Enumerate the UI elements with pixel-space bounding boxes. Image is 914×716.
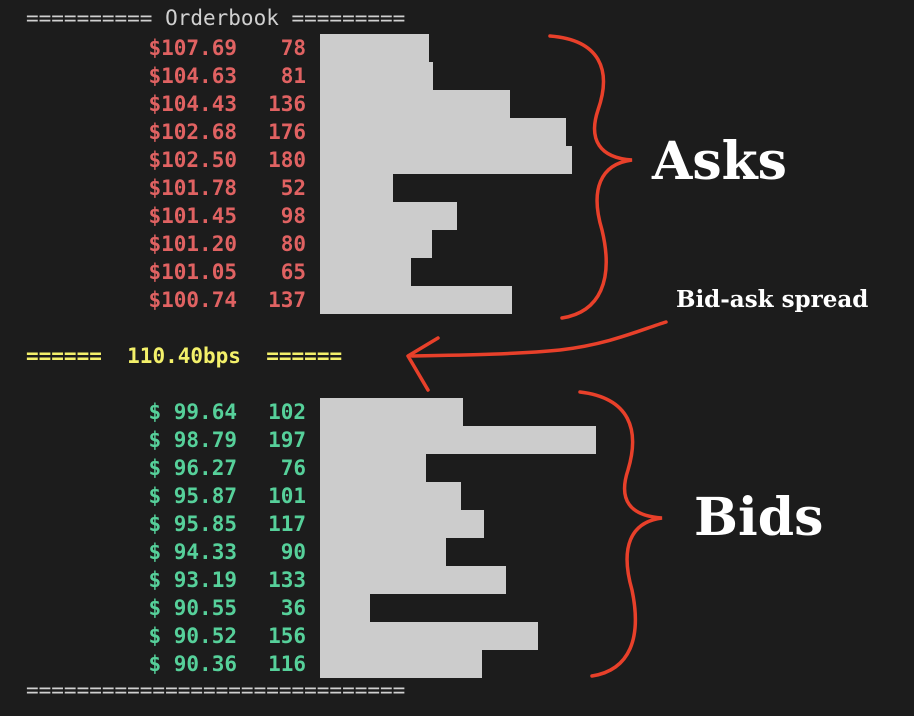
ask-row: $107.69 78 <box>0 34 914 62</box>
bid-depth-bar <box>320 482 461 510</box>
ask-depth-bar <box>320 286 512 314</box>
bid-row: $ 93.19 133 <box>0 566 914 594</box>
ask-depth-bar <box>320 174 393 202</box>
bid-price: $ 90.55 <box>148 596 237 620</box>
bid-depth-bar <box>320 454 426 482</box>
bid-quantity: 101 <box>268 484 306 508</box>
bids-annotation: Bids <box>694 487 824 548</box>
bid-quantity: 133 <box>268 568 306 592</box>
ask-depth-bar <box>320 230 432 258</box>
bid-quantity: 102 <box>268 400 306 424</box>
bid-price: $ 94.33 <box>148 540 237 564</box>
ask-price: $100.74 <box>148 288 237 312</box>
ask-price: $101.20 <box>148 232 237 256</box>
spread-arrow <box>410 320 668 358</box>
ask-depth-bar <box>320 62 433 90</box>
bid-price: $ 99.64 <box>148 400 237 424</box>
ask-price: $104.43 <box>148 92 237 116</box>
bid-depth-bar <box>320 566 506 594</box>
bid-depth-bar <box>320 594 370 622</box>
ask-depth-bar <box>320 90 510 118</box>
bid-price: $ 90.52 <box>148 624 237 648</box>
bid-row: $ 98.79 197 <box>0 426 914 454</box>
spread-left-rule: ====== <box>26 344 102 368</box>
ask-price: $104.63 <box>148 64 237 88</box>
bid-quantity: 117 <box>268 512 306 536</box>
bid-price: $ 98.79 <box>148 428 237 452</box>
bid-price: $ 90.36 <box>148 652 237 676</box>
ask-quantity: 98 <box>280 204 306 228</box>
bid-depth-bar <box>320 398 463 426</box>
ask-price: $101.05 <box>148 260 237 284</box>
bid-row: $ 90.36 116 <box>0 650 914 678</box>
spread-right-rule: ====== <box>266 344 343 368</box>
spread-line: ====== 110.40bps ====== <box>26 342 342 370</box>
ask-price: $101.45 <box>148 204 237 228</box>
bid-depth-bar <box>320 510 484 538</box>
ask-quantity: 52 <box>280 176 306 200</box>
ask-price: $101.78 <box>148 176 237 200</box>
ask-depth-bar <box>320 258 411 286</box>
bid-depth-bar <box>320 426 596 454</box>
bid-row: $ 96.27 76 <box>0 454 914 482</box>
ask-quantity: 176 <box>268 120 306 144</box>
ask-depth-bar <box>320 118 566 146</box>
bid-row: $ 99.64 102 <box>0 398 914 426</box>
bid-row: $ 90.52 156 <box>0 622 914 650</box>
ask-price: $107.69 <box>148 36 237 60</box>
bid-quantity: 197 <box>268 428 306 452</box>
ask-row: $101.05 65 <box>0 258 914 286</box>
bid-price: $ 95.87 <box>148 484 237 508</box>
ask-quantity: 137 <box>268 288 306 312</box>
spread-annotation: Bid-ask spread <box>676 286 869 313</box>
orderbook-footer: ============================== <box>26 678 406 702</box>
bid-row: $ 90.55 36 <box>0 594 914 622</box>
asks-annotation: Asks <box>652 131 787 192</box>
bid-price: $ 96.27 <box>148 456 237 480</box>
bid-quantity: 156 <box>268 624 306 648</box>
ask-price: $102.68 <box>148 120 237 144</box>
bid-quantity: 116 <box>268 652 306 676</box>
ask-row: $101.45 98 <box>0 202 914 230</box>
spread-arrowhead <box>406 336 440 392</box>
ask-quantity: 180 <box>268 148 306 172</box>
bid-quantity: 90 <box>280 540 306 564</box>
ask-row: $104.43 136 <box>0 90 914 118</box>
ask-row: $101.20 80 <box>0 230 914 258</box>
bid-depth-bar <box>320 650 482 678</box>
bid-quantity: 76 <box>280 456 306 480</box>
bid-price: $ 95.85 <box>148 512 237 536</box>
ask-quantity: 65 <box>280 260 306 284</box>
ask-quantity: 136 <box>268 92 306 116</box>
ask-depth-bar <box>320 202 457 230</box>
ask-depth-bar <box>320 34 429 62</box>
ask-price: $102.50 <box>148 148 237 172</box>
ask-quantity: 80 <box>280 232 306 256</box>
bid-depth-bar <box>320 622 538 650</box>
bid-price: $ 93.19 <box>148 568 237 592</box>
spread-value: 110.40bps <box>127 344 241 368</box>
orderbook-header: ========== Orderbook ========= <box>26 6 406 30</box>
bid-depth-bar <box>320 538 446 566</box>
ask-quantity: 78 <box>280 36 306 60</box>
ask-row: $104.63 81 <box>0 62 914 90</box>
ask-quantity: 81 <box>280 64 306 88</box>
ask-depth-bar <box>320 146 572 174</box>
bid-quantity: 36 <box>280 596 306 620</box>
